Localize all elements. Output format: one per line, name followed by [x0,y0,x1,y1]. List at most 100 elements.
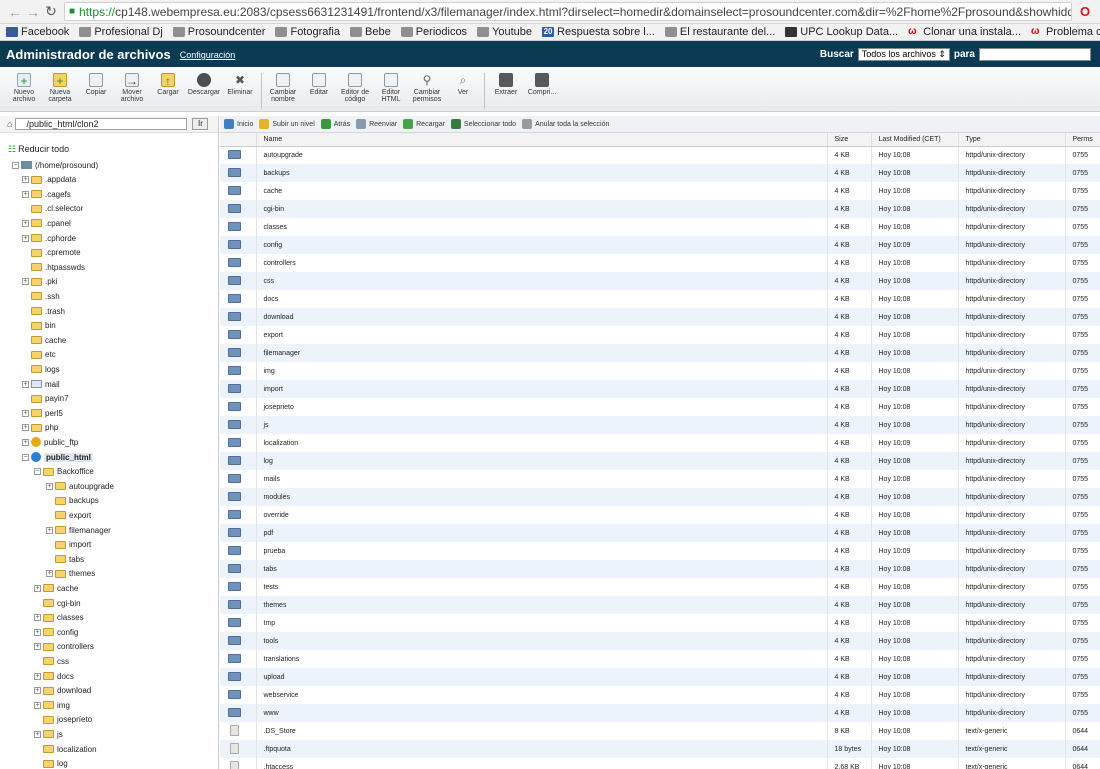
file-name-cell[interactable]: .DS_Store [256,722,828,740]
table-row[interactable]: tabs 4 KB Hoy 10:08 httpd/unix-directory 075… [220,560,1100,578]
table-row[interactable]: webservice 4 KB Hoy 10:08 httpd/unix-direct… [220,686,1100,704]
tree-node[interactable]: + .appdata [22,173,76,187]
bookmark-item[interactable]: Facebook [6,26,69,38]
file-name-cell[interactable]: www [256,704,828,722]
file-name-cell[interactable]: .htaccess [256,758,828,769]
table-row[interactable]: prueba 4 KB Hoy 10:09 httpd/unix-directory 0… [220,542,1100,560]
toolbar-button[interactable]: ✖ Eliminar [222,73,258,96]
bookmark-item[interactable]: ω Clonar una instala... [908,26,1021,38]
tree-node[interactable]: + controllers [34,640,94,654]
file-name-cell[interactable]: filemanager [256,344,828,362]
tree-node[interactable]: .htpasswds [22,260,85,274]
toolbar-button[interactable]: + Nuevo archivo [6,73,42,103]
tree-node[interactable]: logs [22,362,60,376]
expand-icon[interactable]: + [22,438,29,446]
toolbar-button[interactable]: ⚲ Cambiar permisos [409,73,445,103]
tree-node[interactable]: css [34,654,69,668]
table-row[interactable]: config 4 KB Hoy 10:09 httpd/unix-directory 0… [220,236,1100,254]
file-name-cell[interactable]: log [256,452,828,470]
bookmark-item[interactable]: Bebe [350,26,391,38]
bookmark-item[interactable]: Fotografia [275,26,340,38]
file-name-cell[interactable]: config [256,236,828,254]
toolbar-button[interactable]: Editor de código [337,73,373,103]
tree-node[interactable]: + cache [34,581,78,595]
tree-node[interactable]: .cl.selector [22,202,83,216]
table-row[interactable]: controllers 4 KB Hoy 10:08 httpd/unix-direc… [220,254,1100,272]
expand-icon[interactable]: + [22,176,29,184]
expand-icon[interactable]: + [34,614,41,622]
file-name-cell[interactable]: translations [256,650,828,668]
tree-node[interactable]: log [34,757,68,769]
tree-node[interactable]: export [46,508,91,522]
file-name-cell[interactable]: docs [256,290,828,308]
bookmark-item[interactable]: Periodicos [400,26,467,38]
expand-icon[interactable]: + [46,526,53,534]
toolbar-button[interactable]: Copiar [78,73,114,96]
search-input[interactable] [979,47,1091,61]
tree-node[interactable]: − Backoffice [34,465,94,479]
table-row[interactable]: themes 4 KB Hoy 10:08 httpd/unix-directory 0… [220,596,1100,614]
tree-node[interactable]: bin [22,319,56,333]
table-row[interactable]: cgi-bin 4 KB Hoy 10:08 httpd/unix-directory… [220,200,1100,218]
bookmark-item[interactable]: Profesional Dj [79,26,163,38]
opera-extension-icon[interactable]: O [1076,4,1094,19]
tree-node[interactable]: payin7 [22,392,69,406]
bookmark-item[interactable]: ω Problema con mult... [1031,26,1100,38]
tree-node[interactable]: + download [34,684,91,698]
table-row[interactable]: tools 4 KB Hoy 10:08 httpd/unix-directory 07… [220,632,1100,650]
tree-node[interactable]: josepríeto [34,713,92,727]
file-name-cell[interactable]: modules [256,488,828,506]
column-header-modified[interactable]: Last Modified (CET) [871,133,959,147]
file-name-cell[interactable]: css [256,272,828,290]
action-select-all[interactable]: Seleccionar todo [450,119,516,129]
address-bar[interactable]: ■ https:// cp148.webempresa.eu:2083/cpse… [64,2,1072,21]
tree-node[interactable]: − public_html [22,450,93,464]
bookmark-item[interactable]: El restaurante del... [664,26,775,38]
toolbar-button[interactable]: Extraer [488,73,524,96]
table-row[interactable]: img 4 KB Hoy 10:08 httpd/unix-directory 0755 [220,362,1100,380]
table-row[interactable]: classes 4 KB Hoy 10:08 httpd/unix-directory… [220,218,1100,236]
expand-icon[interactable]: + [22,424,29,432]
tree-node[interactable]: + js [34,727,63,741]
file-name-cell[interactable]: export [256,326,828,344]
table-row[interactable]: modules 4 KB Hoy 10:08 httpd/unix-directory… [220,488,1100,506]
tree-node[interactable]: + public_ftp [22,435,78,449]
tree-node[interactable]: localization [34,742,97,756]
expand-icon[interactable]: + [46,482,53,490]
table-row[interactable]: backups 4 KB Hoy 10:08 httpd/unix-directory… [220,164,1100,182]
table-row[interactable]: docs 4 KB Hoy 10:08 httpd/unix-directory 075… [220,290,1100,308]
collapse-node-icon[interactable]: − [12,161,19,169]
toolbar-button[interactable]: Cambiar nombre [265,73,301,103]
table-row[interactable]: localization 4 KB Hoy 10:09 httpd/unix-dire… [220,434,1100,452]
table-row[interactable]: js 4 KB Hoy 10:08 httpd/unix-directory 0755 [220,416,1100,434]
tree-node[interactable]: + mail [22,377,60,391]
expand-icon[interactable]: + [22,380,29,388]
table-row[interactable]: translations 4 KB Hoy 10:08 httpd/unix-dire… [220,650,1100,668]
file-name-cell[interactable]: cache [256,182,828,200]
action-back-arrow[interactable]: Atrás [320,119,350,129]
path-input[interactable]: /public_html/clon2 [15,118,188,130]
tree-node[interactable]: .trash [22,304,65,318]
file-name-cell[interactable]: controllers [256,254,828,272]
action-home[interactable]: Inicio [224,119,253,129]
file-name-cell[interactable]: import [256,380,828,398]
file-name-cell[interactable]: tmp [256,614,828,632]
table-row[interactable]: cache 4 KB Hoy 10:08 httpd/unix-directory 07… [220,182,1100,200]
file-name-cell[interactable]: cgi-bin [256,200,828,218]
tree-node[interactable]: + php [22,421,58,435]
file-name-cell[interactable]: override [256,506,828,524]
action-reload[interactable]: Recargar [403,119,445,129]
toolbar-button[interactable]: + Nueva carpeta [42,73,78,103]
settings-link[interactable]: Configuración [180,50,236,60]
table-row[interactable]: import 4 KB Hoy 10:08 httpd/unix-directory 0… [220,380,1100,398]
tree-node[interactable]: + .cphorde [22,231,76,245]
file-name-cell[interactable]: classes [256,218,828,236]
toolbar-button[interactable]: ↑ Cargar [150,73,186,96]
table-row[interactable]: export 4 KB Hoy 10:08 httpd/unix-directory 0… [220,326,1100,344]
expand-icon[interactable]: + [22,409,29,417]
tree-node[interactable]: + autoupgrade [46,479,114,493]
table-row[interactable]: upload 4 KB Hoy 10:08 httpd/unix-directory 0… [220,668,1100,686]
table-row[interactable]: .htaccess 2.68 KB Hoy 10:08 text/x-generic 0… [220,758,1100,769]
column-header-size[interactable]: Size [827,133,872,147]
file-name-cell[interactable]: tabs [256,560,828,578]
